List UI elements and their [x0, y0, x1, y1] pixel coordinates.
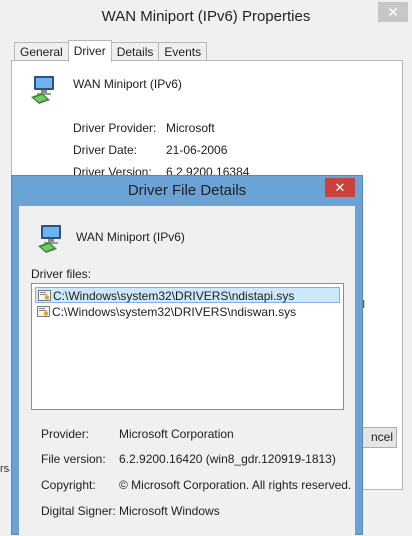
dialog-title: Driver File Details: [127, 182, 247, 199]
driver-provider-row: Driver Provider: Microsoft: [73, 121, 215, 135]
driver-files-label: Driver files:: [31, 267, 92, 281]
tab-general[interactable]: General: [14, 42, 69, 62]
driver-date-row: Driver Date: 21-06-2006: [73, 143, 227, 157]
file-path: C:\Windows\system32\DRIVERS\ndistapi.sys: [53, 289, 295, 303]
properties-window-title: WAN Miniport (IPv6) Properties: [101, 8, 311, 25]
provider-label: Provider:: [41, 427, 90, 441]
device-name: WAN Miniport (IPv6): [73, 77, 182, 91]
system-file-icon: [38, 290, 51, 301]
system-file-icon: [37, 306, 50, 317]
digital-signer-row: Digital Signer: Microsoft Windows: [41, 504, 220, 518]
provider-row: Provider: Microsoft Corporation: [41, 427, 234, 441]
background-window-text: rsa: [0, 463, 10, 475]
driver-provider-label: Driver Provider:: [73, 121, 157, 135]
digital-signer-value: Microsoft Windows: [119, 504, 220, 518]
dialog-device-name: WAN Miniport (IPv6): [76, 230, 185, 244]
digital-signer-label: Digital Signer:: [41, 504, 116, 518]
tab-details[interactable]: Details: [110, 42, 160, 62]
network-adapter-icon: [31, 76, 54, 104]
file-version-label: File version:: [41, 452, 106, 466]
tab-strip: General Driver Details Events: [14, 40, 208, 62]
copyright-row: Copyright: © Microsoft Corporation. All r…: [41, 478, 351, 492]
driver-date-label: Driver Date:: [73, 143, 138, 157]
file-list-item[interactable]: C:\Windows\system32\DRIVERS\ndiswan.sys: [35, 304, 340, 320]
file-version-row: File version: 6.2.9200.16420 (win8_gdr.12…: [41, 452, 336, 466]
tab-driver[interactable]: Driver: [67, 40, 112, 62]
driver-file-details-dialog: Driver File Details ✕ WAN Miniport (IPv6…: [11, 175, 363, 536]
driver-date-value: 21-06-2006: [166, 143, 228, 157]
provider-value: Microsoft Corporation: [119, 427, 234, 441]
file-list-item[interactable]: C:\Windows\system32\DRIVERS\ndistapi.sys: [35, 287, 340, 303]
dialog-close-button[interactable]: ✕: [325, 178, 355, 197]
copyright-label: Copyright:: [41, 478, 96, 492]
copyright-value: © Microsoft Corporation. All rights rese…: [119, 478, 352, 492]
properties-close-button[interactable]: ✕: [378, 2, 408, 22]
tab-events[interactable]: Events: [158, 42, 208, 62]
driver-files-list[interactable]: C:\Windows\system32\DRIVERS\ndistapi.sys…: [31, 283, 344, 410]
dialog-body: WAN Miniport (IPv6) Driver files: C:\Win…: [19, 206, 355, 536]
network-adapter-icon: [38, 225, 61, 253]
file-path: C:\Windows\system32\DRIVERS\ndiswan.sys: [52, 305, 297, 319]
driver-provider-value: Microsoft: [166, 121, 215, 135]
file-version-value: 6.2.9200.16420 (win8_gdr.120919-1813): [119, 452, 336, 466]
